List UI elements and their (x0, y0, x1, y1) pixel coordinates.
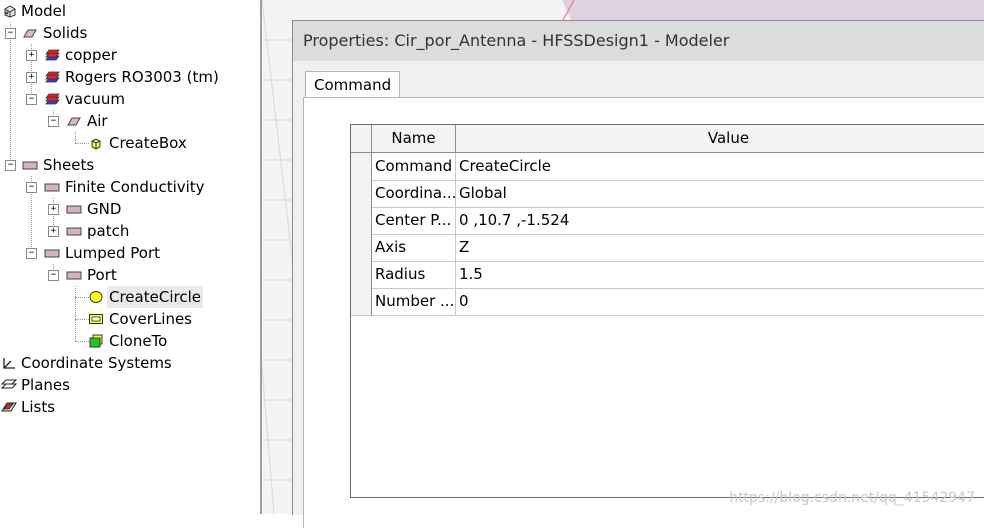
tree-label-sheets: Sheets (43, 156, 95, 174)
tree-label-solids: Solids (43, 24, 88, 42)
collapse-icon[interactable]: − (26, 248, 37, 259)
create-box-icon (91, 138, 101, 150)
tree-label-gnd: GND (87, 200, 122, 218)
solid-box-icon (23, 29, 37, 38)
collapse-icon[interactable]: − (26, 182, 37, 193)
tree-label-coverlines: CoverLines (109, 310, 192, 328)
property-value[interactable]: 0 (456, 288, 984, 315)
lists-icon (1, 402, 17, 412)
expand-icon[interactable]: + (48, 226, 59, 237)
row-selector[interactable] (351, 180, 372, 207)
sheet-icon (44, 183, 60, 192)
tree-label-coordinate-systems: Coordinate Systems (21, 354, 172, 372)
tree-label-lumped-port: Lumped Port (65, 244, 160, 262)
property-value[interactable]: CreateCircle (456, 153, 984, 180)
tree-label-finite-conductivity: Finite Conductivity (65, 178, 205, 196)
tree-label-lists: Lists (21, 398, 56, 416)
expand-icon[interactable]: + (48, 204, 59, 215)
create-circle-icon (89, 291, 103, 303)
clone-to-icon (89, 334, 103, 348)
collapse-icon[interactable]: − (26, 94, 37, 105)
properties-grid: Name Value Command CreateCircle Coordina… (350, 124, 984, 498)
expand-icon[interactable]: + (26, 50, 37, 61)
row-selector[interactable] (351, 207, 372, 234)
planes-icon (1, 379, 17, 389)
material-icon (45, 93, 60, 105)
column-header-value[interactable]: Value (456, 125, 984, 152)
model-tree: Model − Solids + copper + Rogers RO3003 … (0, 0, 260, 514)
tree-label-cloneto: CloneTo (109, 332, 168, 350)
tree-label-patch: patch (87, 222, 130, 240)
grid-header: Name Value (351, 125, 984, 153)
properties-dialog: Properties: Cir_por_Antenna - HFSSDesign… (292, 20, 984, 528)
sheet-icon (22, 161, 38, 170)
tree-label-planes: Planes (21, 376, 70, 394)
collapse-icon[interactable]: − (5, 160, 16, 171)
sheet-icon (66, 205, 82, 214)
solid-box-icon (67, 117, 81, 126)
table-row[interactable]: Coordina... Global (351, 180, 984, 208)
property-value[interactable]: 0 ,10.7 ,-1.524 (456, 207, 984, 234)
tab-panel: Name Value Command CreateCircle Coordina… (303, 97, 984, 528)
tree-label-port: Port (87, 266, 117, 284)
dialog-title-bar[interactable]: Properties: Cir_por_Antenna - HFSSDesign… (293, 21, 984, 61)
row-selector[interactable] (351, 261, 372, 288)
collapse-icon[interactable]: − (48, 270, 59, 281)
grid-corner-cell (351, 125, 372, 152)
row-selector[interactable] (351, 288, 372, 315)
material-icon (45, 71, 60, 83)
table-row[interactable]: Radius 1.5 (351, 261, 984, 289)
dialog-title: Properties: Cir_por_Antenna - HFSSDesign… (303, 31, 730, 50)
property-name: Coordina... (372, 180, 456, 207)
row-selector[interactable] (351, 153, 372, 180)
property-value[interactable]: Z (456, 234, 984, 261)
table-row[interactable]: Axis Z (351, 234, 984, 262)
table-row[interactable]: Number ... 0 (351, 288, 984, 316)
sheet-icon (66, 271, 82, 280)
material-icon (45, 49, 60, 61)
collapse-icon[interactable]: − (48, 116, 59, 127)
tree-label-createbox: CreateBox (109, 134, 187, 152)
cover-lines-icon (89, 314, 103, 324)
model-icon (4, 5, 16, 18)
property-name: Center P... (372, 207, 456, 234)
property-value[interactable]: Global (456, 180, 984, 207)
collapse-icon[interactable]: − (5, 28, 16, 39)
sheet-icon (44, 249, 60, 258)
tree-label-createcircle: CreateCircle (107, 286, 203, 308)
row-selector[interactable] (351, 234, 372, 261)
expand-icon[interactable]: + (26, 72, 37, 83)
sheet-icon (66, 227, 82, 236)
property-name: Command (372, 153, 456, 180)
property-value[interactable]: 1.5 (456, 261, 984, 288)
table-row[interactable]: Center P... 0 ,10.7 ,-1.524 (351, 207, 984, 235)
property-name: Radius (372, 261, 456, 288)
tree-label-air: Air (87, 112, 108, 130)
axes-icon (3, 358, 15, 369)
column-header-name[interactable]: Name (372, 125, 456, 152)
property-name: Axis (372, 234, 456, 261)
tree-label-model: Model (21, 2, 67, 20)
tree-label-rogers: Rogers RO3003 (tm) (65, 68, 219, 86)
property-name: Number ... (372, 288, 456, 315)
tree-label-vacuum: vacuum (65, 90, 125, 108)
table-row[interactable]: Command CreateCircle (351, 153, 984, 181)
watermark: https://blog.csdn.net/qq_41542947 (729, 490, 975, 506)
tab-command[interactable]: Command (305, 71, 401, 98)
tree-label-copper: copper (65, 46, 117, 64)
